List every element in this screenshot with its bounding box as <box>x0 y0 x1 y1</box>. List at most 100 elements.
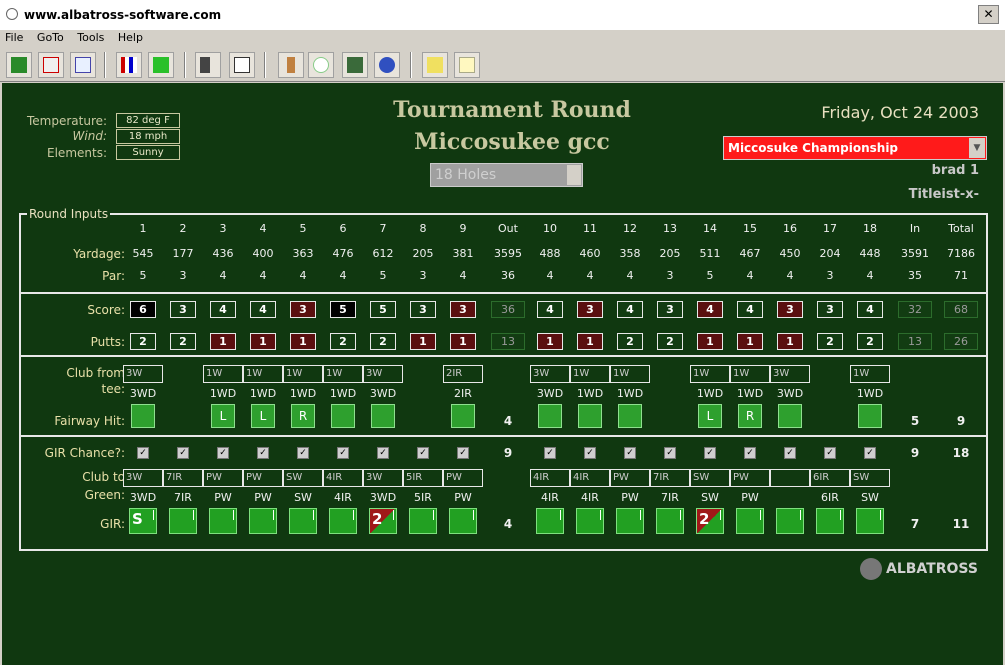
gir-chance-checkbox[interactable]: ✓ <box>544 447 556 459</box>
putts-input[interactable]: 2 <box>857 333 883 350</box>
tee-club-select[interactable]: 1W <box>730 365 770 383</box>
fairway-hit-button[interactable] <box>778 404 802 428</box>
putts-input[interactable]: 2 <box>170 333 196 350</box>
golfer-button[interactable] <box>229 52 255 78</box>
score-input[interactable]: 3 <box>410 301 436 318</box>
tee-club-select[interactable]: 1W <box>610 365 650 383</box>
gir-button[interactable] <box>656 508 684 534</box>
menu-help[interactable]: Help <box>113 30 148 45</box>
fairway-hit-button[interactable] <box>371 404 395 428</box>
holes-spinner[interactable] <box>567 165 581 185</box>
gir-chance-checkbox[interactable]: ✓ <box>624 447 636 459</box>
tee-club-select[interactable]: 2IR <box>443 365 483 383</box>
score-input[interactable]: 4 <box>537 301 563 318</box>
gir-button[interactable] <box>169 508 197 534</box>
green-club-select[interactable]: 5IR <box>403 469 443 487</box>
score-input[interactable]: 3 <box>657 301 683 318</box>
gir-button[interactable] <box>209 508 237 534</box>
green-club-select[interactable]: PW <box>610 469 650 487</box>
putts-input[interactable]: 1 <box>577 333 603 350</box>
gir-chance-checkbox[interactable]: ✓ <box>137 447 149 459</box>
putts-input[interactable]: 1 <box>737 333 763 350</box>
green-club-select[interactable]: PW <box>243 469 283 487</box>
menu-goto[interactable]: GoTo <box>32 30 69 45</box>
putts-input[interactable]: 2 <box>370 333 396 350</box>
holes-select[interactable]: 18 Holes <box>430 163 583 187</box>
fairway-hit-button[interactable] <box>451 404 475 428</box>
close-button[interactable]: ✕ <box>978 5 999 24</box>
notes-button[interactable] <box>70 52 96 78</box>
gir-button[interactable] <box>289 508 317 534</box>
putts-input[interactable]: 1 <box>250 333 276 350</box>
putts-input[interactable]: 1 <box>210 333 236 350</box>
gir-chance-checkbox[interactable]: ✓ <box>377 447 389 459</box>
chevron-down-icon[interactable]: ▼ <box>969 138 985 158</box>
gir-chance-checkbox[interactable]: ✓ <box>337 447 349 459</box>
green-club-select[interactable]: 4IR <box>323 469 363 487</box>
score-input[interactable]: 4 <box>737 301 763 318</box>
fairway-hit-button[interactable] <box>578 404 602 428</box>
gir-button[interactable] <box>449 508 477 534</box>
green-club-select[interactable]: PW <box>730 469 770 487</box>
putts-input[interactable]: 1 <box>777 333 803 350</box>
score-input[interactable]: 4 <box>210 301 236 318</box>
score-input[interactable]: 3 <box>777 301 803 318</box>
score-input[interactable]: 4 <box>617 301 643 318</box>
tee-club-select[interactable]: 1W <box>690 365 730 383</box>
fairway-hit-button[interactable] <box>538 404 562 428</box>
fairway-hit-button[interactable]: L <box>211 404 235 428</box>
gir-chance-checkbox[interactable]: ✓ <box>297 447 309 459</box>
score-input[interactable]: 4 <box>250 301 276 318</box>
stats-button[interactable] <box>116 52 142 78</box>
fairway-hit-button[interactable] <box>858 404 882 428</box>
putts-input[interactable]: 1 <box>537 333 563 350</box>
fairway-hit-button[interactable]: R <box>738 404 762 428</box>
gir-chance-checkbox[interactable]: ✓ <box>457 447 469 459</box>
gir-button[interactable] <box>249 508 277 534</box>
gir-chance-checkbox[interactable]: ✓ <box>417 447 429 459</box>
putts-input[interactable]: 2 <box>130 333 156 350</box>
gir-chance-checkbox[interactable]: ✓ <box>177 447 189 459</box>
gir-chance-checkbox[interactable]: ✓ <box>217 447 229 459</box>
tee-club-select[interactable]: 3W <box>770 365 810 383</box>
tee-club-select[interactable]: 1W <box>850 365 890 383</box>
putts-input[interactable]: 1 <box>697 333 723 350</box>
putts-input[interactable]: 2 <box>817 333 843 350</box>
putts-input[interactable]: 1 <box>290 333 316 350</box>
green-club-select[interactable]: PW <box>443 469 483 487</box>
green-club-select[interactable]: 4IR <box>570 469 610 487</box>
putts-input[interactable]: 2 <box>657 333 683 350</box>
score-input[interactable]: 6 <box>130 301 156 318</box>
green-club-select[interactable] <box>770 469 810 487</box>
gir-button[interactable]: S <box>129 508 157 534</box>
tee-club-select[interactable]: 1W <box>283 365 323 383</box>
tee-club-select[interactable]: 1W <box>570 365 610 383</box>
temperature-value[interactable]: 82 deg F <box>116 113 180 128</box>
score-input[interactable]: 4 <box>857 301 883 318</box>
green-club-select[interactable]: 3W <box>363 469 403 487</box>
green-club-select[interactable]: 3W <box>123 469 163 487</box>
gir-button[interactable] <box>329 508 357 534</box>
score-input[interactable]: 3 <box>450 301 476 318</box>
golf-course-button[interactable] <box>6 52 32 78</box>
gir-button[interactable] <box>776 508 804 534</box>
tee-club-select[interactable]: 3W <box>363 365 403 383</box>
gir-button[interactable] <box>536 508 564 534</box>
back-button[interactable] <box>148 52 174 78</box>
menu-tools[interactable]: Tools <box>72 30 109 45</box>
tee-button[interactable] <box>278 52 304 78</box>
green-button[interactable] <box>342 52 368 78</box>
page-button[interactable] <box>454 52 480 78</box>
putts-input[interactable]: 2 <box>330 333 356 350</box>
gir-button[interactable] <box>856 508 884 534</box>
fairway-hit-button[interactable]: R <box>291 404 315 428</box>
gir-chance-checkbox[interactable]: ✓ <box>584 447 596 459</box>
gir-button[interactable]: 2 <box>369 508 397 534</box>
golf-ball-button[interactable] <box>308 52 334 78</box>
score-input[interactable]: 3 <box>170 301 196 318</box>
fairway-hit-button[interactable]: L <box>698 404 722 428</box>
notepad-button[interactable] <box>422 52 448 78</box>
green-club-select[interactable]: 4IR <box>530 469 570 487</box>
score-input[interactable]: 5 <box>330 301 356 318</box>
green-club-select[interactable]: PW <box>203 469 243 487</box>
